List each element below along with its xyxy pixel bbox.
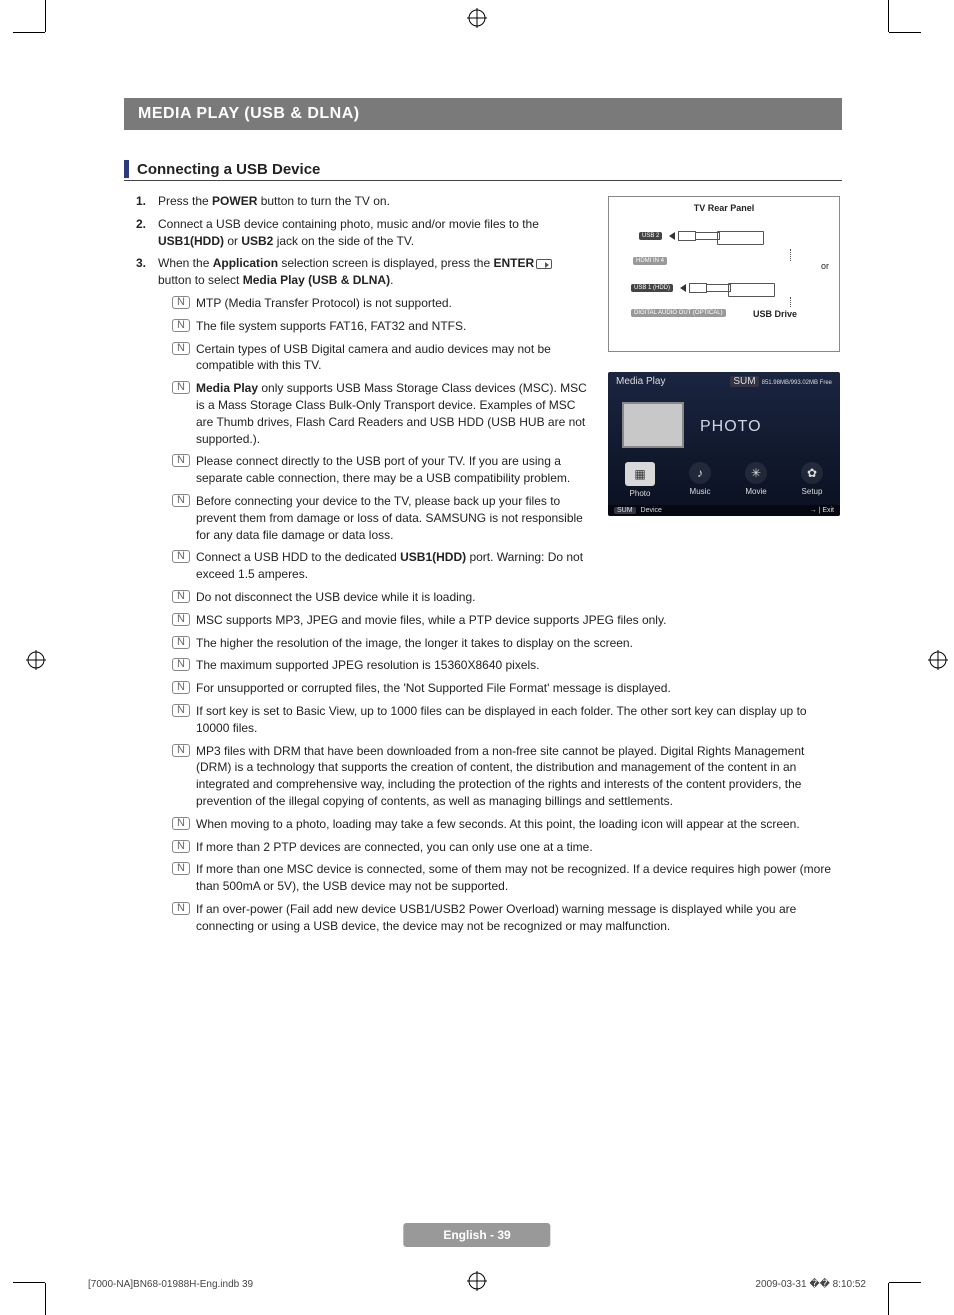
photo-icon: ▦	[625, 462, 655, 486]
note-icon: N	[172, 494, 190, 507]
note-icon: N	[172, 704, 190, 717]
registration-mark-icon	[928, 650, 948, 670]
note-icon: N	[172, 590, 190, 603]
note-item: NFor unsupported or corrupted files, the…	[172, 680, 842, 697]
note-icon: N	[172, 381, 190, 394]
note-item: NDo not disconnect the USB device while …	[172, 589, 842, 606]
note-item: NMSC supports MP3, JPEG and movie files,…	[172, 612, 842, 629]
media-tab-movie: ✳Movie	[745, 462, 767, 498]
note-item: NMP3 files with DRM that have been downl…	[172, 743, 842, 810]
registration-mark-icon	[26, 650, 46, 670]
media-tab-music: ♪Music	[689, 462, 711, 498]
gear-icon: ✿	[801, 462, 823, 484]
usb2-port-label: USB 2	[639, 232, 662, 240]
subsection-heading: Connecting a USB Device	[124, 160, 842, 181]
registration-mark-icon	[467, 8, 487, 28]
note-icon: N	[172, 342, 190, 355]
note-icon: N	[172, 744, 190, 757]
media-play-title: Media Play	[616, 376, 665, 387]
section-title: MEDIA PLAY (USB & DLNA)	[124, 98, 842, 130]
note-item: NIf more than 2 PTP devices are connecte…	[172, 839, 842, 856]
note-item: NIf an over-power (Fail add new device U…	[172, 901, 842, 935]
print-meta-left: [7000-NA]BN68-01988H-Eng.indb 39	[88, 1279, 253, 1290]
note-icon: N	[172, 296, 190, 309]
hdmi-port-label: HDMI IN 4	[633, 257, 667, 265]
note-item: NIf more than one MSC device is connecte…	[172, 861, 842, 895]
note-icon: N	[172, 550, 190, 563]
note-icon: N	[172, 681, 190, 694]
digital-audio-label: DIGITAL AUDIO OUT (OPTICAL)	[631, 309, 726, 317]
note-icon: N	[172, 658, 190, 671]
usb-drive-icon	[696, 232, 720, 240]
usb1-port-label: USB 1 (HDD)	[631, 284, 673, 292]
movie-icon: ✳	[745, 462, 767, 484]
print-meta-right: 2009-03-31 �� 8:10:52	[755, 1279, 866, 1290]
note-item: NThe higher the resolution of the image,…	[172, 635, 842, 652]
note-item: NThe maximum supported JPEG resolution i…	[172, 657, 842, 674]
registration-mark-icon	[467, 1271, 487, 1291]
photo-thumbnail-icon	[622, 402, 684, 448]
arrow-left-icon	[669, 232, 675, 240]
arrow-left-icon	[680, 284, 686, 292]
note-item: NConnect a USB HDD to the dedicated USB1…	[172, 549, 842, 583]
music-icon: ♪	[689, 462, 711, 484]
note-icon: N	[172, 319, 190, 332]
note-icon: N	[172, 454, 190, 467]
usb-drive-icon	[707, 284, 731, 292]
note-icon: N	[172, 840, 190, 853]
note-item: NWhen moving to a photo, loading may tak…	[172, 816, 842, 833]
media-play-screenshot: Media Play SUM851.98MB/993.02MB Free PHO…	[608, 372, 840, 516]
note-icon: N	[172, 817, 190, 830]
subsection-title: Connecting a USB Device	[137, 161, 320, 178]
note-item: NIf sort key is set to Basic View, up to…	[172, 703, 842, 737]
tv-rear-panel-figure: TV Rear Panel USB 2 HDMI IN 4 or USB 1 (…	[608, 196, 840, 352]
media-tab-photo: ▦Photo	[625, 462, 655, 498]
photo-label: PHOTO	[700, 418, 762, 436]
note-icon: N	[172, 613, 190, 626]
note-icon: N	[172, 902, 190, 915]
note-icon: N	[172, 636, 190, 649]
note-icon: N	[172, 862, 190, 875]
enter-icon	[536, 259, 552, 269]
media-tab-setup: ✿Setup	[801, 462, 823, 498]
page-footer: English - 39	[403, 1223, 550, 1247]
